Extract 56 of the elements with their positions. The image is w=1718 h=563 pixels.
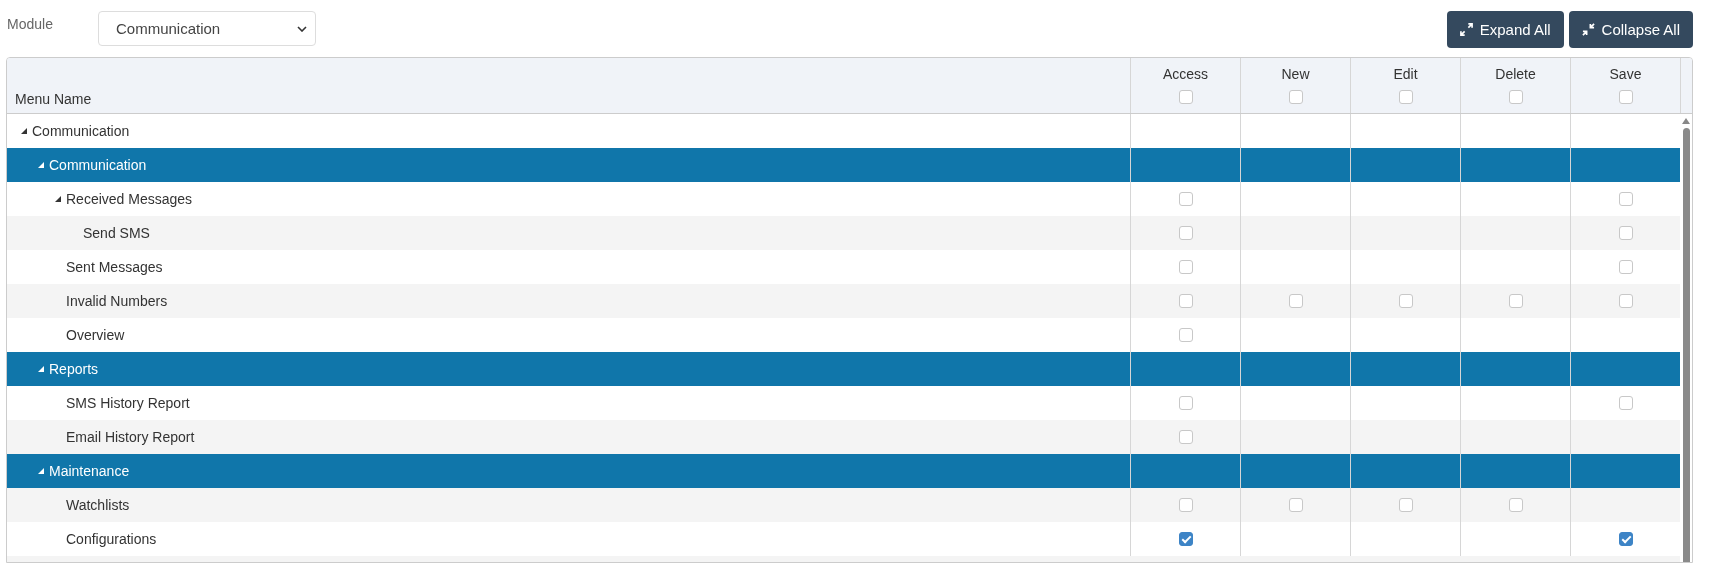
- chevron-icon: [297, 25, 307, 32]
- caret-icon[interactable]: [55, 196, 61, 202]
- checkbox[interactable]: [1618, 294, 1633, 308]
- column-header: New: [1281, 66, 1310, 82]
- menu-name: Communication: [32, 123, 130, 139]
- caret-icon[interactable]: [21, 128, 27, 134]
- checkbox[interactable]: [1178, 260, 1193, 274]
- checkbox[interactable]: [1618, 532, 1633, 546]
- checkbox[interactable]: [1178, 498, 1193, 512]
- checkbox[interactable]: [1618, 90, 1633, 104]
- section-name: Communication: [49, 157, 147, 173]
- checkbox[interactable]: [1178, 226, 1193, 240]
- module-dropdown[interactable]: Communication: [98, 11, 316, 46]
- column-header: Menu Name: [15, 91, 92, 107]
- column-header: Access: [1162, 66, 1209, 82]
- checkbox[interactable]: [1508, 498, 1523, 512]
- menu-name: SMS History Report: [66, 395, 190, 411]
- checkbox[interactable]: [1178, 532, 1193, 546]
- arrows-inward-icon: [1581, 23, 1595, 36]
- menu-name: Watchlists: [66, 497, 130, 513]
- menu-name: Email History Report: [66, 429, 195, 445]
- column-header: Save: [1609, 66, 1642, 82]
- checkbox[interactable]: [1288, 294, 1303, 308]
- collapse-all-button[interactable]: Collapse All: [1568, 11, 1693, 48]
- checkbox[interactable]: [1178, 328, 1193, 342]
- menu-name: Overview: [66, 327, 125, 343]
- expand-all-button[interactable]: Expand All: [1446, 11, 1564, 48]
- menu-name: Received Messages: [66, 191, 193, 207]
- checkbox[interactable]: [1398, 90, 1413, 104]
- section-name: Maintenance: [49, 463, 130, 479]
- scroll-up-icon[interactable]: [1682, 118, 1690, 124]
- checkbox[interactable]: [1618, 260, 1633, 274]
- checkbox[interactable]: [1398, 498, 1413, 512]
- checkbox[interactable]: [1288, 90, 1303, 104]
- menu-name: Invalid Numbers: [66, 293, 168, 309]
- section-name: Reports: [49, 361, 99, 377]
- checkbox[interactable]: [1398, 294, 1413, 308]
- column-header: Delete: [1495, 66, 1536, 82]
- menu-name: Send SMS: [83, 225, 150, 241]
- checkbox[interactable]: [1508, 90, 1523, 104]
- checkbox[interactable]: [1508, 294, 1523, 308]
- checkbox[interactable]: [1178, 294, 1193, 308]
- checkbox[interactable]: [1178, 192, 1193, 206]
- checkbox[interactable]: [1178, 90, 1193, 104]
- checkbox[interactable]: [1178, 430, 1193, 444]
- column-header: Edit: [1393, 66, 1418, 82]
- checkbox[interactable]: [1618, 396, 1633, 410]
- checkbox[interactable]: [1618, 226, 1633, 240]
- checkbox[interactable]: [1178, 396, 1193, 410]
- menu-name: Configurations: [66, 531, 157, 547]
- checkbox[interactable]: [1288, 498, 1303, 512]
- module-label: Module: [7, 16, 54, 32]
- menu-name: Sent Messages: [66, 259, 163, 275]
- arrows-outward-icon: [1459, 23, 1473, 36]
- checkbox[interactable]: [1618, 192, 1633, 206]
- scrollbar-thumb[interactable]: [1682, 128, 1690, 562]
